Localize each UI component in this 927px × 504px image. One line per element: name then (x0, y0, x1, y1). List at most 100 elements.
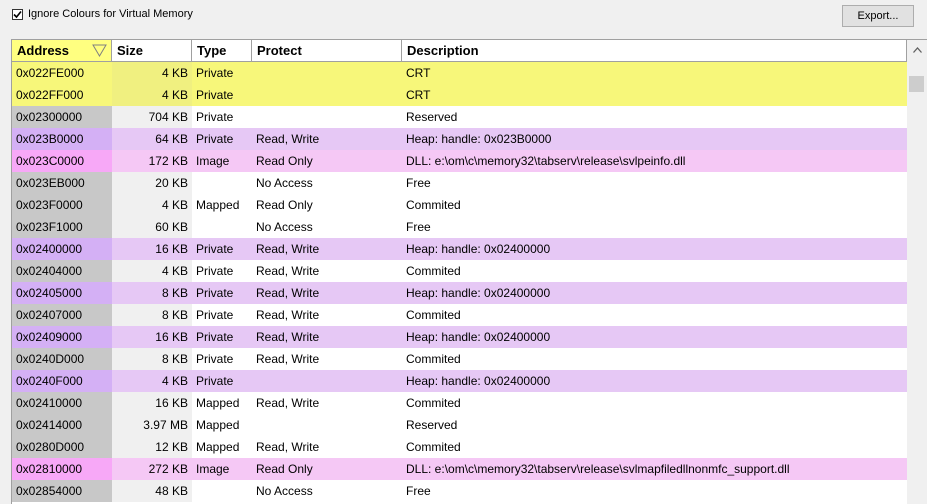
cell-size: 60 KB (112, 216, 192, 238)
cell-type: Private (192, 282, 252, 304)
cell-description: CRT (402, 84, 907, 106)
cell-protect (252, 106, 402, 128)
cell-description: Heap: handle: 0x02400000 (402, 238, 907, 260)
table-row[interactable]: 0x02810000 272 KB Image Read Only DLL: e:\om… (12, 458, 907, 480)
cell-type (192, 172, 252, 194)
table-row[interactable]: 0x023F0000 4 KB Mapped Read Only Commited (12, 194, 907, 216)
cell-type: Mapped (192, 436, 252, 458)
table-row[interactable]: 0x023C0000 172 KB Image Read Only DLL: e:\om… (12, 150, 907, 172)
cell-description: DLL: e:\om\c\memory32\tabserv\release\sv… (402, 458, 907, 480)
cell-address: 0x023C0000 (12, 150, 112, 172)
table-row[interactable]: 0x02410000 16 KB Mapped Read, Write Commited (12, 392, 907, 414)
table-row[interactable]: 0x02407000 8 KB Private Read, Write Commited (12, 304, 907, 326)
cell-size: 48 KB (112, 480, 192, 502)
checkmark-icon (13, 10, 22, 18)
cell-type: Private (192, 304, 252, 326)
cell-description: Commited (402, 260, 907, 282)
ignore-colours-option[interactable]: Ignore Colours for Virtual Memory (12, 8, 193, 20)
column-header-size[interactable]: Size (112, 40, 192, 61)
cell-size: 172 KB (112, 150, 192, 172)
cell-protect: Read Only (252, 194, 402, 216)
cell-description: Heap: handle: 0x02400000 (402, 326, 907, 348)
cell-address: 0x022FF000 (12, 84, 112, 106)
cell-type: Private (192, 348, 252, 370)
export-button[interactable]: Export... (842, 5, 914, 27)
cell-description: Heap: handle: 0x02400000 (402, 370, 907, 392)
cell-protect: Read, Write (252, 348, 402, 370)
table-row[interactable]: 0x02400000 16 KB Private Read, Write Heap: h… (12, 238, 907, 260)
cell-address: 0x0240D000 (12, 348, 112, 370)
cell-protect (252, 370, 402, 392)
toolbar: Ignore Colours for Virtual Memory Export… (0, 0, 927, 38)
grid-header: Address Size Type Protect Description (12, 40, 907, 62)
cell-size: 16 KB (112, 238, 192, 260)
cell-protect: Read, Write (252, 392, 402, 414)
vertical-scrollbar[interactable] (907, 40, 927, 504)
cell-address: 0x0280D000 (12, 436, 112, 458)
cell-protect (252, 62, 402, 84)
cell-type: Private (192, 128, 252, 150)
cell-description: Heap: handle: 0x02400000 (402, 282, 907, 304)
cell-type: Private (192, 326, 252, 348)
table-row[interactable]: 0x02300000 704 KB Private Reserved (12, 106, 907, 128)
cell-size: 704 KB (112, 106, 192, 128)
scroll-up-button[interactable] (907, 42, 927, 58)
cell-type: Private (192, 62, 252, 84)
table-row[interactable]: 0x022FE000 4 KB Private CRT (12, 62, 907, 84)
cell-type: Private (192, 238, 252, 260)
cell-description: Commited (402, 304, 907, 326)
table-row[interactable]: 0x022FF000 4 KB Private CRT (12, 84, 907, 106)
table-row[interactable]: 0x02854000 48 KB No Access Free (12, 480, 907, 502)
column-header-address[interactable]: Address (12, 40, 112, 61)
table-row[interactable]: 0x02414000 3.97 MB Mapped Reserved (12, 414, 907, 436)
cell-address: 0x023EB000 (12, 172, 112, 194)
cell-type: Mapped (192, 414, 252, 436)
cell-address: 0x02810000 (12, 458, 112, 480)
table-row[interactable]: 0x02404000 4 KB Private Read, Write Commited (12, 260, 907, 282)
cell-type (192, 216, 252, 238)
cell-description: Reserved (402, 414, 907, 436)
cell-size: 8 KB (112, 282, 192, 304)
cell-type: Image (192, 150, 252, 172)
cell-description: CRT (402, 62, 907, 84)
cell-address: 0x02405000 (12, 282, 112, 304)
cell-address: 0x023F1000 (12, 216, 112, 238)
cell-address: 0x02300000 (12, 106, 112, 128)
table-row[interactable]: 0x023EB000 20 KB No Access Free (12, 172, 907, 194)
cell-protect: Read, Write (252, 326, 402, 348)
cell-address: 0x02854000 (12, 480, 112, 502)
table-row[interactable]: 0x023B0000 64 KB Private Read, Write Heap: h… (12, 128, 907, 150)
scroll-thumb[interactable] (909, 76, 924, 92)
sort-descending-icon (92, 44, 107, 57)
cell-size: 8 KB (112, 348, 192, 370)
cell-description: Reserved (402, 106, 907, 128)
cell-size: 4 KB (112, 62, 192, 84)
cell-address: 0x022FE000 (12, 62, 112, 84)
table-row[interactable]: 0x0280D000 12 KB Mapped Read, Write Commited (12, 436, 907, 458)
table-row[interactable]: 0x02405000 8 KB Private Read, Write Heap: ha… (12, 282, 907, 304)
cell-protect: Read, Write (252, 282, 402, 304)
table-row[interactable]: 0x023F1000 60 KB No Access Free (12, 216, 907, 238)
table-row[interactable]: 0x0240F000 4 KB Private Heap: handle: 0x024… (12, 370, 907, 392)
cell-type: Private (192, 84, 252, 106)
cell-description: Free (402, 216, 907, 238)
cell-protect: Read, Write (252, 128, 402, 150)
cell-type: Private (192, 370, 252, 392)
column-header-description[interactable]: Description (402, 40, 907, 61)
cell-type: Mapped (192, 392, 252, 414)
cell-protect: Read Only (252, 150, 402, 172)
table-row[interactable]: 0x02409000 16 KB Private Read, Write Heap: h… (12, 326, 907, 348)
cell-size: 20 KB (112, 172, 192, 194)
table-row[interactable]: 0x0240D000 8 KB Private Read, Write Commited (12, 348, 907, 370)
ignore-colours-checkbox[interactable] (12, 8, 23, 20)
cell-type: Image (192, 458, 252, 480)
cell-protect: No Access (252, 216, 402, 238)
column-header-type[interactable]: Type (192, 40, 252, 61)
column-header-protect[interactable]: Protect (252, 40, 402, 61)
cell-description: Free (402, 480, 907, 502)
cell-protect: Read, Write (252, 304, 402, 326)
cell-protect: No Access (252, 172, 402, 194)
cell-protect: Read, Write (252, 238, 402, 260)
cell-description: DLL: e:\om\c\memory32\tabserv\release\sv… (402, 150, 907, 172)
cell-address: 0x02404000 (12, 260, 112, 282)
